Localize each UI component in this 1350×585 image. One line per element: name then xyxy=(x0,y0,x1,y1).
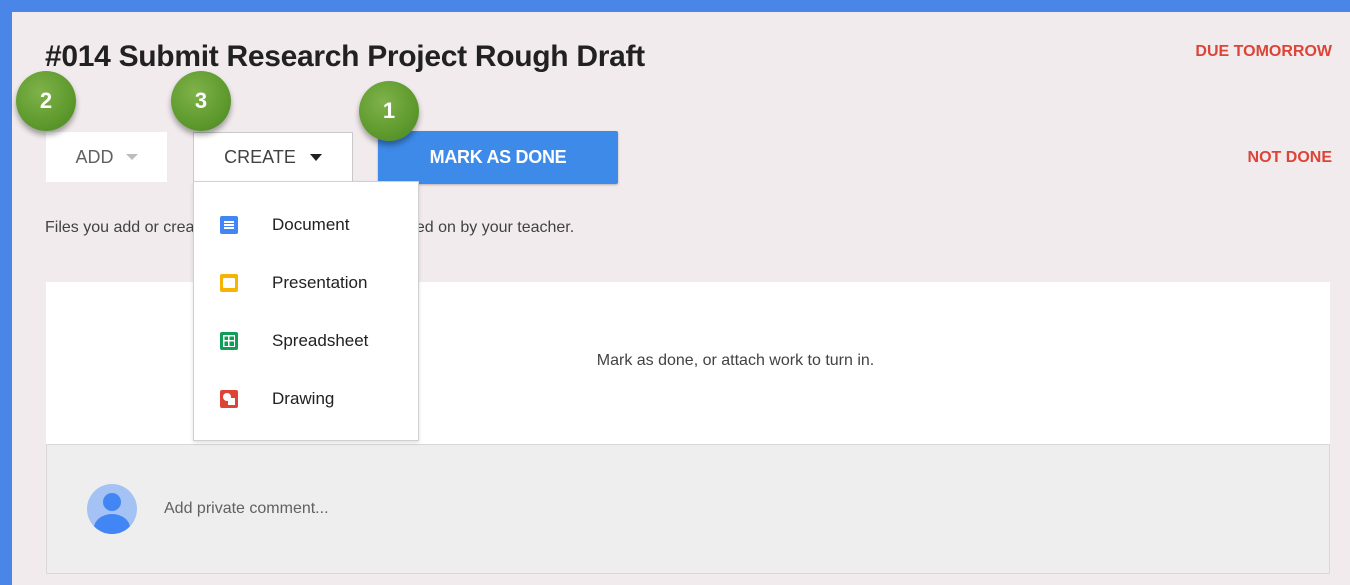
menu-item-label: Spreadsheet xyxy=(272,331,369,350)
slides-icon xyxy=(220,274,238,292)
private-comment-input[interactable]: Add private comment... xyxy=(164,500,329,518)
due-date-label: DUE TOMORROW xyxy=(1195,43,1332,60)
menu-item-document[interactable]: Document xyxy=(194,203,418,247)
status-label: NOT DONE xyxy=(1247,149,1332,166)
sheets-icon xyxy=(220,332,238,350)
chevron-down-icon xyxy=(125,154,138,160)
private-comment-section: Add private comment... xyxy=(46,444,1330,574)
avatar xyxy=(87,484,137,534)
step-badge-2: 2 xyxy=(16,71,76,131)
add-button[interactable]: ADD xyxy=(46,132,167,182)
step-badge-1: 1 xyxy=(359,81,419,141)
avatar-head xyxy=(103,493,121,511)
add-button-label: ADD xyxy=(75,146,114,167)
menu-item-label: Drawing xyxy=(272,389,335,408)
chevron-down-icon xyxy=(309,153,322,161)
mark-as-done-button[interactable]: MARK AS DONE xyxy=(378,131,618,184)
create-button[interactable]: CREATE xyxy=(193,132,353,182)
menu-item-drawing[interactable]: Drawing xyxy=(194,377,418,421)
avatar-body xyxy=(94,514,130,534)
menu-item-spreadsheet[interactable]: Spreadsheet xyxy=(194,319,418,363)
assignment-title: #014 Submit Research Project Rough Draft xyxy=(45,40,645,73)
create-button-label: CREATE xyxy=(224,146,296,167)
step-badge-3: 3 xyxy=(171,71,231,131)
menu-item-presentation[interactable]: Presentation xyxy=(194,261,418,305)
menu-item-label: Document xyxy=(272,215,350,234)
drawings-icon xyxy=(220,390,238,408)
mark-as-done-label: MARK AS DONE xyxy=(429,147,567,167)
create-dropdown-menu: Document Presentation Spreadsheet Drawin… xyxy=(193,181,419,441)
assignment-panel: #014 Submit Research Project Rough Draft… xyxy=(12,12,1350,585)
docs-icon xyxy=(220,216,238,234)
menu-item-label: Presentation xyxy=(272,273,368,292)
